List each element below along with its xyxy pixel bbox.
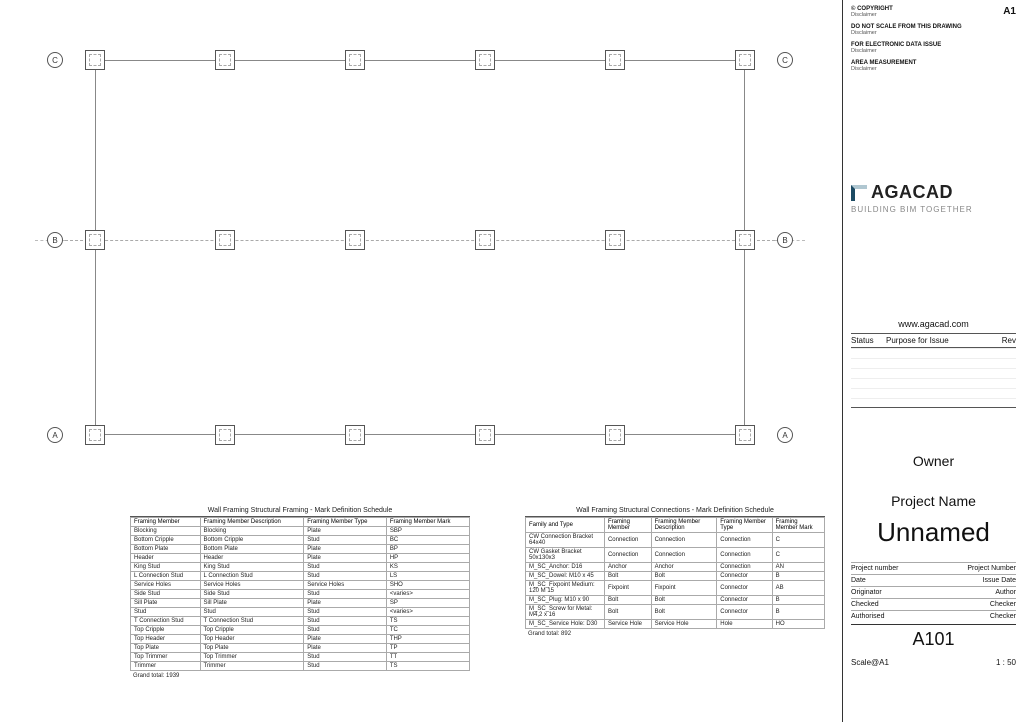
- logo-tagline: BUILDING BIM TOGETHER: [851, 205, 1016, 214]
- logo-icon: [851, 185, 867, 201]
- column: [735, 230, 755, 250]
- sheet-code: A101: [851, 624, 1016, 650]
- copyright-notes: © COPYRIGHTDisclaimer DO NOT SCALE FROM T…: [851, 6, 1016, 72]
- table-row: M_SC_Fixpoint Medium: 120 M 15FixpointFi…: [526, 581, 825, 596]
- grid-label: A: [777, 427, 793, 443]
- column: [85, 425, 105, 445]
- grid-label: C: [777, 52, 793, 68]
- table-row: Bottom PlateBottom PlatePlateBP: [131, 545, 470, 554]
- table-row: Bottom CrippleBottom CrippleStudBC: [131, 536, 470, 545]
- table-row: StudStudStud<varies>: [131, 608, 470, 617]
- schedule-connections: Wall Framing Structural Connections - Ma…: [525, 505, 825, 639]
- sheet-number-top: A1: [1003, 6, 1016, 17]
- scale-row: Scale@A1 1 : 50: [851, 658, 1016, 667]
- column: [345, 230, 365, 250]
- schedules-area: Wall Framing Structural Framing - Mark D…: [130, 505, 639, 717]
- column: [345, 425, 365, 445]
- column: [605, 50, 625, 70]
- table-row: T Connection StudT Connection StudStudTS: [131, 617, 470, 626]
- table-row: HeaderHeaderPlateHP: [131, 554, 470, 563]
- schedule2-title: Wall Framing Structural Connections - Ma…: [525, 505, 825, 517]
- column: [735, 425, 755, 445]
- note: FOR ELECTRONIC DATA ISSUEDisclaimer: [851, 42, 1016, 54]
- schedule1-footer: Grand total: 1939: [130, 671, 470, 681]
- rev-status-label: Status: [851, 336, 886, 345]
- table-row: Side StudSide StudStud<varies>: [131, 590, 470, 599]
- table-row: M_SC_Dowel: M10 x 45BoltBoltConnectorB: [526, 572, 825, 581]
- column: [605, 425, 625, 445]
- grid-label: B: [47, 232, 63, 248]
- table-row: Top CrippleTop CrippleStudTC: [131, 626, 470, 635]
- meta-row: Project numberProject Number: [851, 562, 1016, 574]
- schedule1-title: Wall Framing Structural Framing - Mark D…: [130, 505, 470, 517]
- note: © COPYRIGHTDisclaimer: [851, 6, 1016, 18]
- table-row: Service HolesService HolesService HolesS…: [131, 581, 470, 590]
- grid-label: C: [47, 52, 63, 68]
- project-name-label: Project Name: [851, 493, 1016, 509]
- table-row: Top TrimmerTop TrimmerStudTT: [131, 653, 470, 662]
- grid-label: A: [47, 427, 63, 443]
- schedule2-table: Family and TypeFraming MemberFraming Mem…: [525, 517, 825, 629]
- column: [605, 230, 625, 250]
- grid-line: [65, 240, 775, 241]
- logo: AGACAD: [851, 182, 1016, 203]
- column: [215, 50, 235, 70]
- revision-rows: [851, 348, 1016, 408]
- table-row: Top HeaderTop HeaderPlateTHP: [131, 635, 470, 644]
- meta-row: OriginatorAuthor: [851, 586, 1016, 598]
- column: [85, 230, 105, 250]
- meta-row: CheckedChecker: [851, 598, 1016, 610]
- owner: Owner: [851, 453, 1016, 469]
- note: AREA MEASUREMENTDisclaimer: [851, 60, 1016, 72]
- scale-label: Scale@A1: [851, 658, 889, 667]
- schedule2-footer: Grand total: 892: [525, 629, 825, 639]
- table-row: CW Connection Bracket 64x40ConnectionCon…: [526, 533, 825, 548]
- column: [475, 230, 495, 250]
- revision-header: Status Purpose for Issue Rev: [851, 334, 1016, 348]
- table-row: M_SC_Plug: M10 x 90BoltBoltConnectorB: [526, 596, 825, 605]
- table-row: BlockingBlockingPlateSBP: [131, 527, 470, 536]
- column: [475, 425, 495, 445]
- title-block: A1 © COPYRIGHTDisclaimer DO NOT SCALE FRO…: [842, 0, 1024, 722]
- rev-purpose-label: Purpose for Issue: [886, 336, 991, 345]
- column: [215, 425, 235, 445]
- logo-text: AGACAD: [871, 182, 953, 203]
- url: www.agacad.com: [851, 319, 1016, 334]
- table-row: L Connection StudL Connection StudStudLS: [131, 572, 470, 581]
- column: [735, 50, 755, 70]
- table-row: Sill PlateSill PlatePlateSP: [131, 599, 470, 608]
- table-row: TrimmerTrimmerStudTS: [131, 662, 470, 671]
- wall-outline: [95, 60, 745, 435]
- meta-table: Project numberProject NumberDateIssue Da…: [851, 562, 1016, 622]
- drawing-name: Unnamed: [851, 517, 1016, 548]
- meta-row: DateIssue Date: [851, 574, 1016, 586]
- floor-plan: CCBBAA: [95, 60, 745, 435]
- table-row: M_SC_Screw for Metal: M4,2 x 16BoltBoltC…: [526, 605, 825, 620]
- schedule-framing: Wall Framing Structural Framing - Mark D…: [130, 505, 470, 681]
- column: [345, 50, 365, 70]
- rev-rev-label: Rev: [991, 336, 1016, 345]
- table-row: M_SC_Anchor: D16AnchorAnchorConnectionAN: [526, 563, 825, 572]
- column: [85, 50, 105, 70]
- table-row: M_SC_Service Hole: D30Service HoleServic…: [526, 620, 825, 629]
- table-row: CW Gasket Bracket 50x130x3ConnectionConn…: [526, 548, 825, 563]
- table-row: Top PlateTop PlatePlateTP: [131, 644, 470, 653]
- column: [215, 230, 235, 250]
- meta-row: AuthorisedChecker: [851, 610, 1016, 622]
- scale-value: 1 : 50: [996, 658, 1016, 667]
- column: [475, 50, 495, 70]
- table-row: King StudKing StudStudKS: [131, 563, 470, 572]
- note: DO NOT SCALE FROM THIS DRAWINGDisclaimer: [851, 24, 1016, 36]
- schedule1-table: Framing MemberFraming Member Description…: [130, 517, 470, 671]
- drawing-area: CCBBAA Wall Framing Structural Framing -…: [0, 0, 839, 722]
- grid-label: B: [777, 232, 793, 248]
